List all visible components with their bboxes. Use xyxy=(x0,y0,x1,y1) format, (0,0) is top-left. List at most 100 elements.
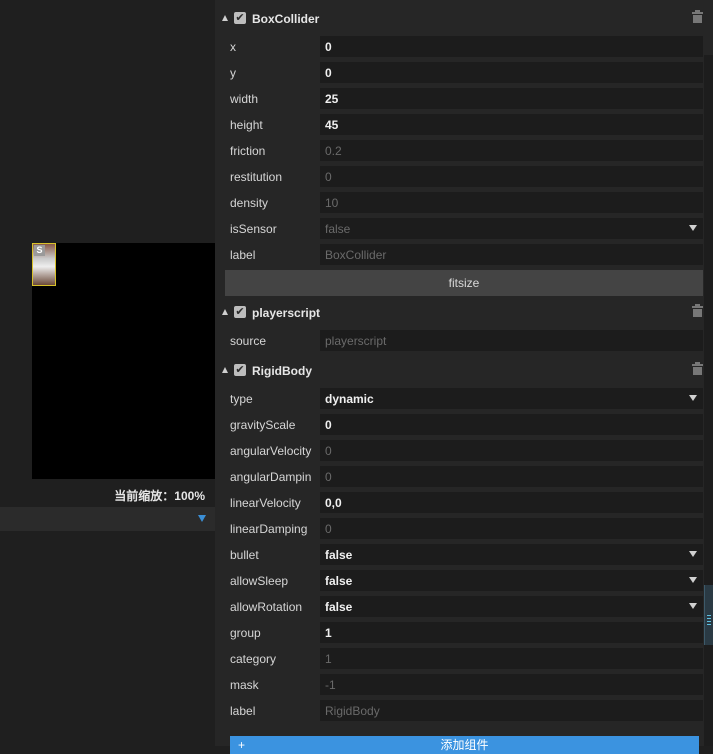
property-row-label: label BoxCollider xyxy=(225,244,703,266)
property-input[interactable]: -1 xyxy=(320,674,703,695)
component-title: RigidBody xyxy=(252,364,312,378)
property-input[interactable]: 0 xyxy=(320,518,703,539)
trash-icon[interactable] xyxy=(692,362,703,375)
property-select[interactable]: false xyxy=(320,544,703,565)
component-header-playerscript[interactable]: ✔ playerscript xyxy=(215,300,713,326)
fitsize-button[interactable]: fitsize xyxy=(225,270,703,296)
property-input[interactable]: 10 xyxy=(320,192,703,213)
property-value: 0,0 xyxy=(325,496,342,510)
property-input[interactable]: 0 xyxy=(320,440,703,461)
collapse-triangle-icon[interactable] xyxy=(222,367,228,373)
property-value: -1 xyxy=(325,678,336,692)
component-header-rigidbody[interactable]: ✔ RigidBody xyxy=(215,358,713,384)
property-value: BoxCollider xyxy=(325,248,387,262)
property-row-issensor: isSensor false xyxy=(225,218,703,240)
property-label: width xyxy=(230,92,259,106)
property-value: 1 xyxy=(325,626,332,640)
add-component-label: 添加组件 xyxy=(440,738,489,752)
scrollbar-thumb[interactable] xyxy=(704,585,713,645)
add-component-button[interactable]: + 添加组件 xyxy=(230,736,699,754)
property-label: linearDamping xyxy=(230,522,308,536)
property-input[interactable]: 25 xyxy=(320,88,703,109)
property-input[interactable]: 45 xyxy=(320,114,703,135)
property-label: linearVelocity xyxy=(230,496,301,510)
zoom-label: 当前缩放：100% xyxy=(114,489,205,503)
property-label: gravityScale xyxy=(230,418,296,432)
zoom-dropdown[interactable] xyxy=(0,507,215,531)
property-row-y: y0 xyxy=(225,62,703,84)
property-label: label xyxy=(230,704,256,718)
trash-icon[interactable] xyxy=(692,304,703,317)
property-input[interactable]: 0 xyxy=(320,466,703,487)
property-value: 0 xyxy=(325,522,332,536)
enabled-checkbox[interactable]: ✔ xyxy=(234,12,246,24)
property-input[interactable]: 0 xyxy=(320,414,703,435)
property-select[interactable]: false xyxy=(320,570,703,591)
property-row-category: category 1 xyxy=(225,648,703,670)
component-title: BoxCollider xyxy=(252,12,320,26)
property-row-height: height 45 xyxy=(225,114,703,136)
component-title: playerscript xyxy=(252,306,321,320)
property-row-mask: mask -1 xyxy=(225,674,703,696)
property-row-angulardampin: angularDampin 0 xyxy=(225,466,703,488)
property-input[interactable]: RigidBody xyxy=(320,700,703,721)
collapse-triangle-icon[interactable] xyxy=(222,15,228,21)
property-input[interactable]: playerscript xyxy=(320,330,703,351)
enabled-checkbox[interactable]: ✔ xyxy=(234,306,246,318)
game-stage[interactable]: S xyxy=(32,243,215,479)
property-label: isSensor xyxy=(230,222,277,236)
property-label: source xyxy=(230,334,267,348)
property-select[interactable]: false xyxy=(320,218,703,239)
property-input[interactable]: 1 xyxy=(320,648,703,669)
property-value: 0 xyxy=(325,470,332,484)
property-row-friction: friction 0.2 xyxy=(225,140,703,162)
property-input[interactable]: 0 xyxy=(320,166,703,187)
dropdown-arrow-icon xyxy=(689,603,697,609)
property-value: 0 xyxy=(325,40,332,54)
dropdown-arrow-icon xyxy=(689,225,697,231)
property-label: allowRotation xyxy=(230,600,303,614)
chevron-down-icon xyxy=(198,515,206,522)
sprite-badge: S xyxy=(34,245,45,256)
property-select[interactable]: dynamic xyxy=(320,388,703,409)
property-row-bullet: bullet false xyxy=(225,544,703,566)
component-header-boxcollider[interactable]: ✔ BoxCollider xyxy=(215,6,713,32)
property-label: category xyxy=(230,652,277,666)
property-input[interactable]: 0 xyxy=(320,62,703,83)
property-input[interactable]: 0,0 xyxy=(320,492,703,513)
property-input[interactable]: 0.2 xyxy=(320,140,703,161)
property-row-restitution: restitution 0 xyxy=(225,166,703,188)
property-row-angularvelocity: angularVelocity 0 xyxy=(225,440,703,462)
property-label: angularDampin xyxy=(230,470,312,484)
property-input[interactable]: 1 xyxy=(320,622,703,643)
property-value: false xyxy=(325,600,353,614)
enabled-checkbox[interactable]: ✔ xyxy=(234,364,246,376)
property-value: 10 xyxy=(325,196,339,210)
plus-icon: + xyxy=(238,738,246,752)
collapse-triangle-icon[interactable] xyxy=(222,309,228,315)
property-row-group: group 1 xyxy=(225,622,703,644)
property-value: RigidBody xyxy=(325,704,380,718)
property-value: false xyxy=(325,222,351,236)
property-label: angularVelocity xyxy=(230,444,312,458)
dropdown-arrow-icon xyxy=(689,577,697,583)
property-value: dynamic xyxy=(325,392,374,406)
player-sprite[interactable]: S xyxy=(32,243,56,286)
property-label: friction xyxy=(230,144,266,158)
property-row-x: x0 xyxy=(225,36,703,58)
property-select[interactable]: false xyxy=(320,596,703,617)
scene-view[interactable]: S 当前缩放：100% xyxy=(0,0,215,746)
inspector-panel: ✔ BoxCollider x 0 y 0 width 25 height 45 friction 0… xyxy=(215,0,713,754)
trash-icon[interactable] xyxy=(692,10,703,23)
property-label: label xyxy=(230,248,256,262)
property-row-gravityscale: gravityScale 0 xyxy=(225,414,703,436)
property-row-allowsleep: allowSleep false xyxy=(225,570,703,592)
property-input[interactable]: 0 xyxy=(320,36,703,57)
property-label: bullet xyxy=(230,548,259,562)
property-value: 0.2 xyxy=(325,144,342,158)
property-value: 45 xyxy=(325,118,339,132)
property-input[interactable]: BoxCollider xyxy=(320,244,703,265)
scrollbar[interactable] xyxy=(704,55,713,746)
property-row-density: density 10 xyxy=(225,192,703,214)
property-row-source: source playerscript xyxy=(225,330,703,352)
